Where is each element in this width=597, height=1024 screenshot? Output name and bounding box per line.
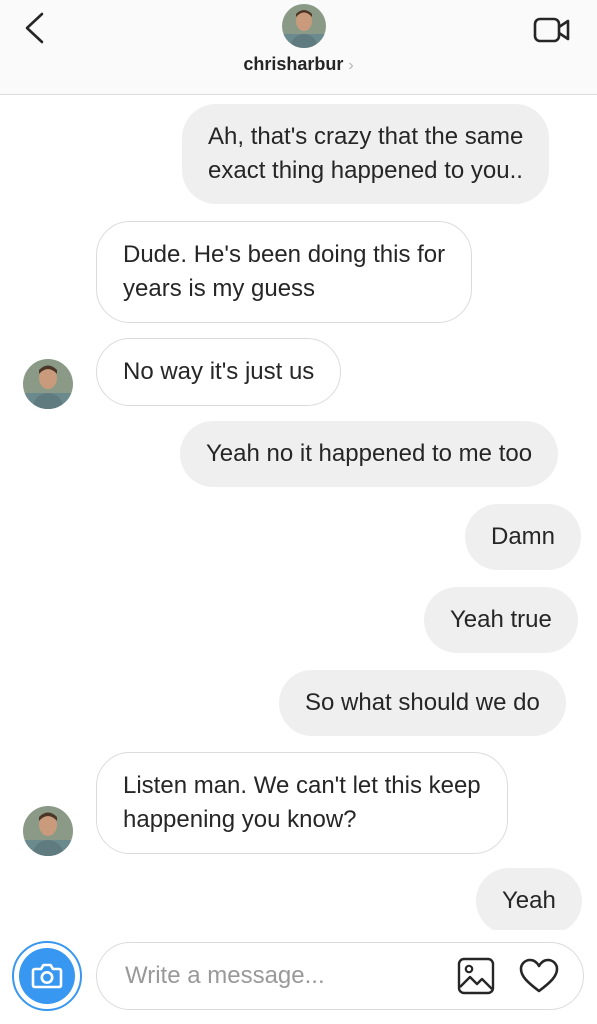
chat-header: chrisharbur › xyxy=(0,0,597,95)
message-line: Yeah no it happened to me too xyxy=(206,440,533,467)
chevron-right-icon: › xyxy=(348,57,354,74)
photo-button[interactable] xyxy=(456,956,496,996)
message-bubble-outgoing[interactable]: Yeah no it happened to me too xyxy=(180,421,559,487)
message-bubble-outgoing[interactable]: Ah, that's crazy that the same exact thi… xyxy=(182,104,550,204)
message-bubble-incoming[interactable]: Dude. He's been doing this for years is … xyxy=(96,221,473,323)
profile-avatar[interactable] xyxy=(282,4,326,48)
message-line: No way it's just us xyxy=(123,358,315,385)
person-avatar-icon xyxy=(282,4,326,48)
message-line: Yeah true xyxy=(450,606,552,633)
like-button[interactable] xyxy=(518,955,560,997)
camera-button[interactable] xyxy=(12,941,82,1011)
person-avatar-icon xyxy=(23,806,73,856)
message-line: So what should we do xyxy=(305,689,540,716)
chevron-left-icon xyxy=(25,12,44,44)
message-bubble-outgoing[interactable]: Yeah true xyxy=(424,587,578,653)
camera-icon xyxy=(31,963,63,989)
sender-avatar[interactable] xyxy=(23,806,73,856)
message-bubble-outgoing[interactable]: Yeah xyxy=(476,868,582,934)
person-avatar-icon xyxy=(23,359,73,409)
username-link[interactable]: chrisharbur › xyxy=(0,54,597,75)
message-line: Yeah xyxy=(502,887,556,914)
photo-icon xyxy=(457,957,495,995)
message-bubble-incoming[interactable]: No way it's just us xyxy=(96,338,342,406)
message-bubble-outgoing[interactable]: So what should we do xyxy=(279,670,566,736)
message-line: years is my guess xyxy=(123,275,316,302)
message-line: happening you know? xyxy=(123,806,357,833)
username: chrisharbur xyxy=(243,54,344,74)
message-bubble-outgoing[interactable]: Damn xyxy=(465,504,582,570)
message-line: Listen man. We can't let this keep xyxy=(123,772,481,799)
message-input-container xyxy=(96,942,584,1010)
message-line: exact thing happened to you.. xyxy=(208,157,523,184)
message-line: Ah, that's crazy that the same xyxy=(208,123,524,150)
message-bubble-incoming[interactable]: Listen man. We can't let this keep happe… xyxy=(96,752,508,854)
message-line: Dude. He's been doing this for xyxy=(123,241,446,268)
message-line: Damn xyxy=(491,523,556,550)
back-button[interactable] xyxy=(14,8,54,48)
video-call-button[interactable] xyxy=(530,10,574,50)
message-input[interactable] xyxy=(125,957,445,995)
sender-avatar[interactable] xyxy=(23,359,73,409)
heart-icon xyxy=(519,958,559,993)
video-camera-icon xyxy=(533,17,570,43)
camera-button-fill xyxy=(19,948,75,1004)
